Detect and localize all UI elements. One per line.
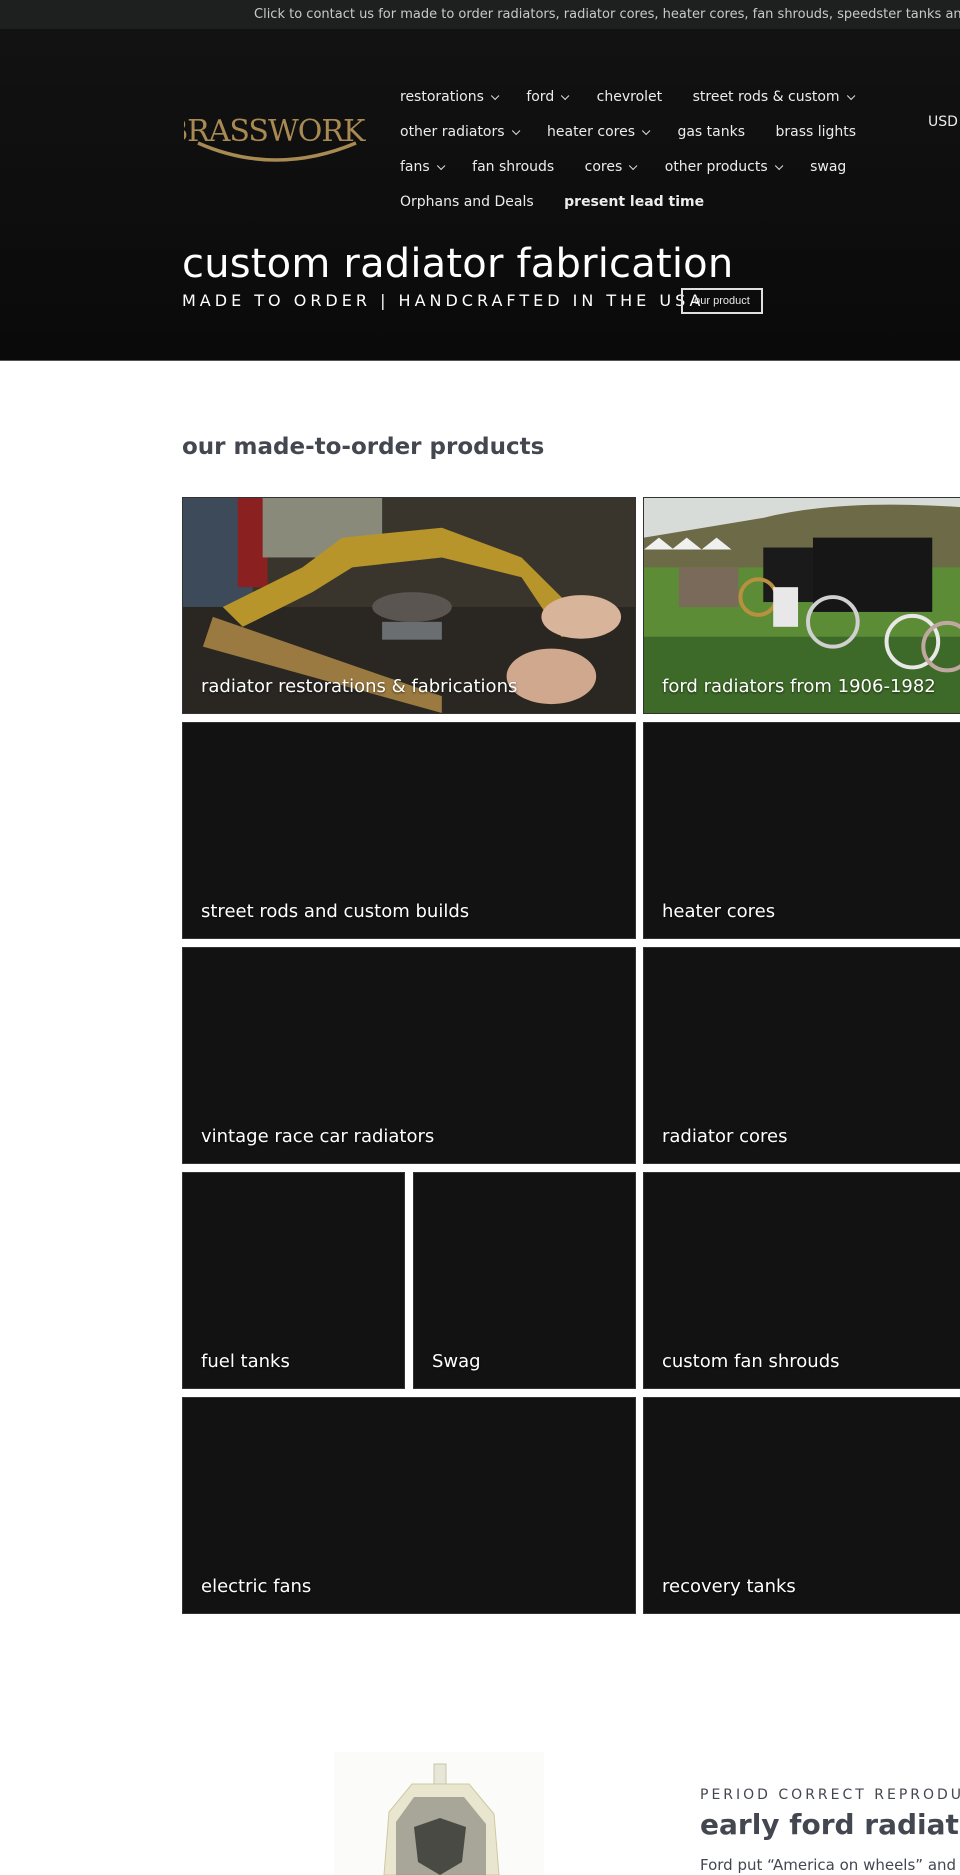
tile-label: heater cores: [662, 901, 776, 922]
feature-title: early ford radiators: [700, 1808, 960, 1841]
nav-row-3: fans fan shrouds cores other products sw…: [400, 159, 872, 183]
nav-fan-shrouds[interactable]: fan shrouds: [472, 159, 554, 175]
product-tile-vintage-race[interactable]: vintage race car radiators: [182, 947, 636, 1164]
chevron-down-icon: [511, 126, 520, 136]
product-tile-fan-shrouds[interactable]: custom fan shrouds: [643, 1172, 960, 1389]
feature-text: Ford put “America on wheels” and: [700, 1856, 957, 1874]
nav-cores[interactable]: cores: [584, 159, 638, 175]
announcement-link[interactable]: Click to contact us for made to order ra…: [254, 7, 960, 22]
nav-label: ford: [526, 89, 555, 105]
nav-other-radiators[interactable]: other radiators: [400, 124, 520, 140]
hero-subtitle: MADE TO ORDER | HANDCRAFTED IN THE USA: [182, 291, 705, 310]
nav-label: other products: [664, 159, 768, 175]
tile-label: ford radiators from 1906-1982: [662, 676, 936, 697]
tile-label: custom fan shrouds: [662, 1351, 840, 1372]
nav-label: present lead time: [564, 194, 705, 210]
svg-text:BRASSWORKS: BRASSWORKS: [184, 114, 366, 149]
nav-label: fans: [400, 159, 430, 175]
nav-restorations[interactable]: restorations: [400, 89, 500, 105]
our-product-button[interactable]: our product: [681, 288, 763, 314]
nav-other-products[interactable]: other products: [664, 159, 784, 175]
tile-label: radiator restorations & fabrications: [201, 676, 518, 697]
product-tile-electric-fans[interactable]: electric fans: [182, 1397, 636, 1614]
product-tile-swag[interactable]: Swag: [413, 1172, 636, 1389]
nav-fans[interactable]: fans: [400, 159, 446, 175]
tile-label: radiator cores: [662, 1126, 788, 1147]
product-tile-restorations[interactable]: radiator restorations & fabrications: [182, 497, 636, 714]
nav-label: swag: [810, 159, 847, 175]
product-tile-radiator-cores[interactable]: radiator cores: [643, 947, 960, 1164]
tile-label: vintage race car radiators: [201, 1126, 435, 1147]
nav-row-1: restorations ford chevrolet street rods …: [400, 89, 878, 113]
tile-label: street rods and custom builds: [201, 901, 470, 922]
nav-label: fan shrouds: [472, 159, 555, 175]
tile-label: Swag: [432, 1351, 481, 1372]
chevron-down-icon: [436, 161, 446, 171]
chevron-down-icon: [629, 161, 638, 171]
brassworks-logo[interactable]: BRASSWORKS: [166, 97, 385, 173]
nav-gas-tanks[interactable]: gas tanks: [677, 124, 745, 140]
tile-label: fuel tanks: [201, 1351, 290, 1372]
product-tile-recovery-tanks[interactable]: recovery tanks: [643, 1397, 960, 1614]
nav-label: gas tanks: [677, 124, 746, 140]
nav-orphans-deals[interactable]: Orphans and Deals: [400, 194, 534, 210]
nav-label: street rods & custom: [692, 89, 840, 105]
nav-brass-lights[interactable]: brass lights: [775, 124, 856, 140]
hero-title: custom radiator fabrication: [182, 241, 734, 287]
chevron-down-icon: [490, 91, 500, 101]
chevron-down-icon: [846, 91, 855, 101]
nav-label: heater cores: [547, 124, 635, 140]
early-ford-radiator-image: [334, 1752, 544, 1875]
announcement-bar[interactable]: Click to contact us for made to order ra…: [0, 0, 960, 29]
tile-label: recovery tanks: [662, 1576, 796, 1597]
nav-label: brass lights: [775, 124, 857, 140]
nav-label: other radiators: [400, 124, 505, 140]
nav-present-lead-time[interactable]: present lead time: [564, 194, 704, 210]
tile-label: electric fans: [201, 1576, 312, 1597]
nav-row-2: other radiators heater cores gas tanks b…: [400, 124, 882, 148]
product-tile-street-rods[interactable]: street rods and custom builds: [182, 722, 636, 939]
product-tile-fuel-tanks[interactable]: fuel tanks: [182, 1172, 405, 1389]
nav-label: restorations: [400, 89, 484, 105]
product-tile-heater-cores[interactable]: heater cores: [643, 722, 960, 939]
header-hero: BRASSWORKS restorations ford chevrolet s…: [0, 29, 960, 361]
feature-eyebrow: PERIOD CORRECT REPRODUCT: [700, 1787, 960, 1803]
chevron-down-icon: [774, 161, 784, 171]
nav-swag[interactable]: swag: [810, 159, 846, 175]
nav-chevrolet[interactable]: chevrolet: [597, 89, 662, 105]
nav-label: Orphans and Deals: [400, 194, 534, 210]
nav-row-4: Orphans and Deals present lead time: [400, 194, 730, 218]
nav-label: cores: [584, 159, 623, 175]
nav-ford[interactable]: ford: [526, 89, 570, 105]
currency-selector[interactable]: USD: [928, 114, 958, 130]
nav-heater-cores[interactable]: heater cores: [547, 124, 651, 140]
nav-label: chevrolet: [596, 89, 663, 105]
chevron-down-icon: [561, 91, 570, 101]
chevron-down-icon: [641, 126, 651, 136]
section-title: our made-to-order products: [182, 434, 545, 460]
nav-street-rods[interactable]: street rods & custom: [692, 89, 855, 105]
product-tile-ford[interactable]: ford radiators from 1906-1982: [643, 497, 960, 714]
